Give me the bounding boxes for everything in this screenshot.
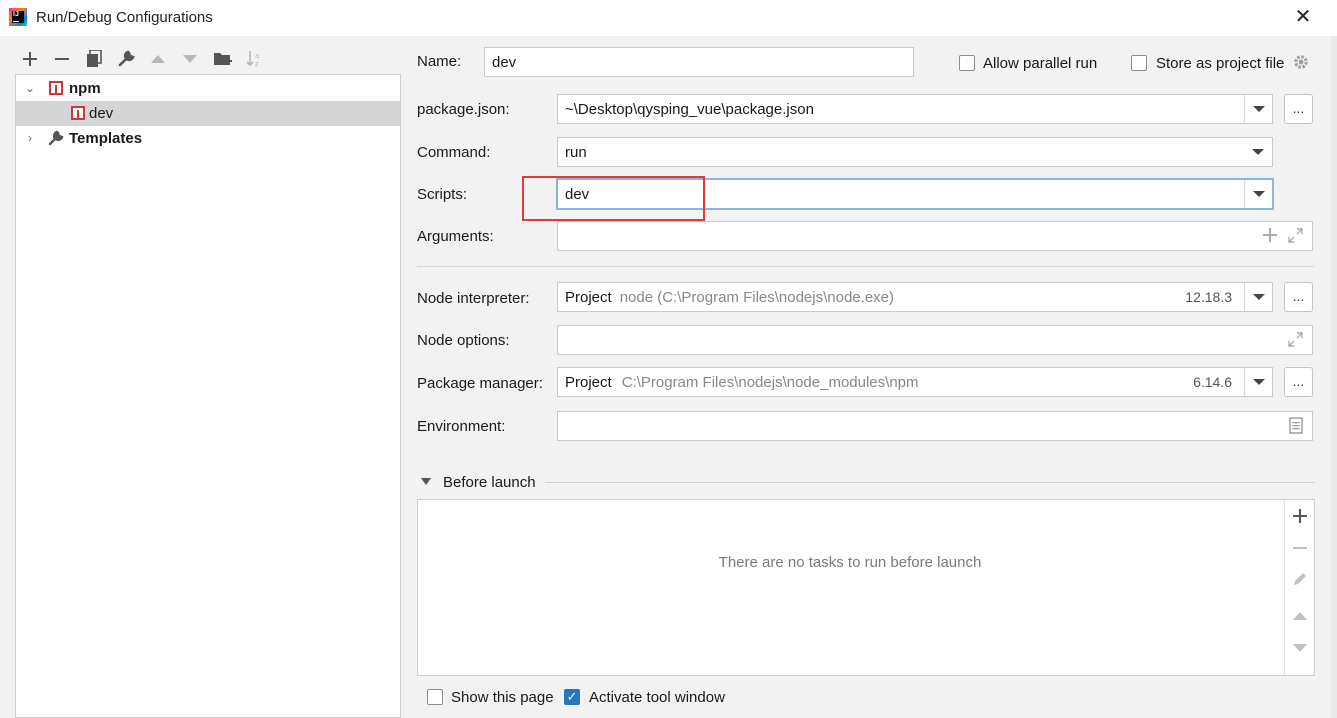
right-edge-scrollbar[interactable] bbox=[1331, 36, 1337, 718]
expand-icon[interactable] bbox=[1288, 332, 1303, 351]
package-manager-version: 6.14.6 bbox=[1193, 374, 1232, 390]
package-manager-label: Package manager: bbox=[417, 375, 543, 392]
close-icon[interactable]: ✕ bbox=[1290, 4, 1316, 30]
allow-parallel-checkbox[interactable] bbox=[959, 55, 975, 71]
scripts-dropdown[interactable]: dev bbox=[556, 178, 1274, 210]
dropdown-arrow-icon[interactable] bbox=[1244, 368, 1272, 396]
npm-icon bbox=[71, 106, 85, 120]
move-task-up-icon[interactable] bbox=[1285, 605, 1315, 626]
tree-label-dev: dev bbox=[89, 105, 114, 122]
new-folder-icon[interactable] bbox=[212, 48, 234, 70]
wrench-icon[interactable] bbox=[115, 48, 137, 70]
package-json-value: ~\Desktop\qysping_vue\package.json bbox=[565, 100, 814, 118]
configuration-tree: ⌄ npm dev › Templates bbox=[15, 74, 401, 718]
activate-tool-label: Activate tool window bbox=[589, 689, 725, 706]
task-list-toolbar bbox=[1284, 500, 1314, 675]
tree-label-npm: npm bbox=[69, 80, 101, 97]
show-page-label: Show this page bbox=[451, 689, 554, 706]
show-page-checkbox[interactable] bbox=[427, 689, 443, 705]
chevron-down-icon[interactable]: ⌄ bbox=[24, 82, 36, 94]
node-interpreter-dropdown[interactable]: Project node (C:\Program Files\nodejs\no… bbox=[557, 282, 1273, 312]
add-icon[interactable] bbox=[19, 48, 41, 70]
dropdown-arrow-icon[interactable] bbox=[1244, 180, 1272, 208]
move-up-icon[interactable] bbox=[147, 48, 169, 70]
command-label: Command: bbox=[417, 144, 491, 161]
tree-item-dev[interactable]: dev bbox=[16, 101, 400, 126]
dropdown-arrow-icon[interactable] bbox=[1244, 138, 1272, 166]
dropdown-arrow-icon[interactable] bbox=[1244, 95, 1272, 123]
name-input[interactable]: dev bbox=[484, 47, 914, 77]
intellij-app-icon: IJ bbox=[9, 8, 27, 26]
svg-text:a: a bbox=[255, 52, 259, 60]
tree-item-templates[interactable]: › Templates bbox=[16, 126, 400, 151]
node-options-input[interactable] bbox=[557, 325, 1313, 355]
edit-task-icon[interactable] bbox=[1285, 571, 1315, 592]
dropdown-arrow-icon[interactable] bbox=[1244, 283, 1272, 311]
move-down-icon[interactable] bbox=[179, 48, 201, 70]
name-value: dev bbox=[492, 53, 517, 71]
wrench-icon bbox=[47, 130, 64, 151]
node-options-label: Node options: bbox=[417, 332, 510, 349]
package-json-label: package.json: bbox=[417, 101, 510, 118]
package-json-dropdown[interactable]: ~\Desktop\qysping_vue\package.json bbox=[557, 94, 1273, 124]
add-argument-icon[interactable] bbox=[1263, 228, 1277, 246]
before-launch-label[interactable]: Before launch bbox=[443, 474, 536, 491]
arguments-label: Arguments: bbox=[417, 228, 494, 245]
activate-tool-checkbox[interactable]: ✓ bbox=[564, 689, 580, 705]
tree-label-templates: Templates bbox=[69, 130, 143, 147]
expand-icon[interactable] bbox=[1288, 228, 1303, 247]
package-manager-dropdown[interactable]: Project C:\Program Files\nodejs\node_mod… bbox=[557, 367, 1273, 397]
environment-label: Environment: bbox=[417, 418, 506, 435]
tree-item-npm[interactable]: ⌄ npm bbox=[16, 76, 400, 101]
remove-icon[interactable] bbox=[51, 48, 73, 70]
document-icon[interactable] bbox=[1289, 417, 1303, 438]
node-interpreter-prefix: Project bbox=[565, 288, 612, 306]
remove-task-icon[interactable] bbox=[1285, 539, 1315, 560]
environment-input[interactable] bbox=[557, 411, 1313, 441]
window-title: Run/Debug Configurations bbox=[36, 9, 213, 26]
scripts-label: Scripts: bbox=[417, 186, 468, 203]
name-label: Name: bbox=[417, 53, 462, 70]
store-project-checkbox[interactable] bbox=[1131, 55, 1147, 71]
copy-icon[interactable] bbox=[83, 48, 105, 70]
run-debug-dialog: IJ Run/Debug Configurations ✕ az ⌄ npm d… bbox=[0, 0, 1337, 718]
scripts-value: dev bbox=[565, 185, 590, 203]
package-manager-path: C:\Program Files\nodejs\node_modules\npm bbox=[621, 373, 919, 391]
package-json-browse-button[interactable]: ... bbox=[1284, 94, 1313, 124]
command-value: run bbox=[565, 143, 587, 161]
gear-icon[interactable] bbox=[1292, 53, 1310, 76]
sort-alphabetically-icon[interactable]: az bbox=[244, 48, 266, 70]
collapse-triangle-icon[interactable] bbox=[421, 478, 431, 485]
allow-parallel-label: Allow parallel run bbox=[983, 55, 1098, 72]
node-interpreter-label: Node interpreter: bbox=[417, 290, 530, 307]
command-dropdown[interactable]: run bbox=[557, 137, 1273, 167]
node-interpreter-version: 12.18.3 bbox=[1185, 289, 1232, 305]
package-manager-browse-button[interactable]: ... bbox=[1284, 367, 1313, 397]
node-interpreter-browse-button[interactable]: ... bbox=[1284, 282, 1313, 312]
svg-text:z: z bbox=[255, 60, 259, 68]
node-interpreter-path: node (C:\Program Files\nodejs\node.exe) bbox=[619, 288, 894, 306]
section-separator bbox=[417, 266, 1314, 267]
before-launch-task-list[interactable] bbox=[417, 499, 1315, 676]
store-project-label: Store as project file bbox=[1156, 55, 1285, 72]
chevron-right-icon[interactable]: › bbox=[24, 132, 36, 144]
move-task-down-icon[interactable] bbox=[1285, 637, 1315, 658]
npm-icon bbox=[49, 81, 63, 95]
package-manager-prefix: Project bbox=[565, 373, 612, 391]
arguments-input[interactable] bbox=[557, 221, 1313, 251]
add-task-icon[interactable] bbox=[1285, 507, 1315, 528]
before-launch-separator bbox=[545, 482, 1315, 483]
empty-tasks-text: There are no tasks to run before launch bbox=[718, 554, 982, 571]
